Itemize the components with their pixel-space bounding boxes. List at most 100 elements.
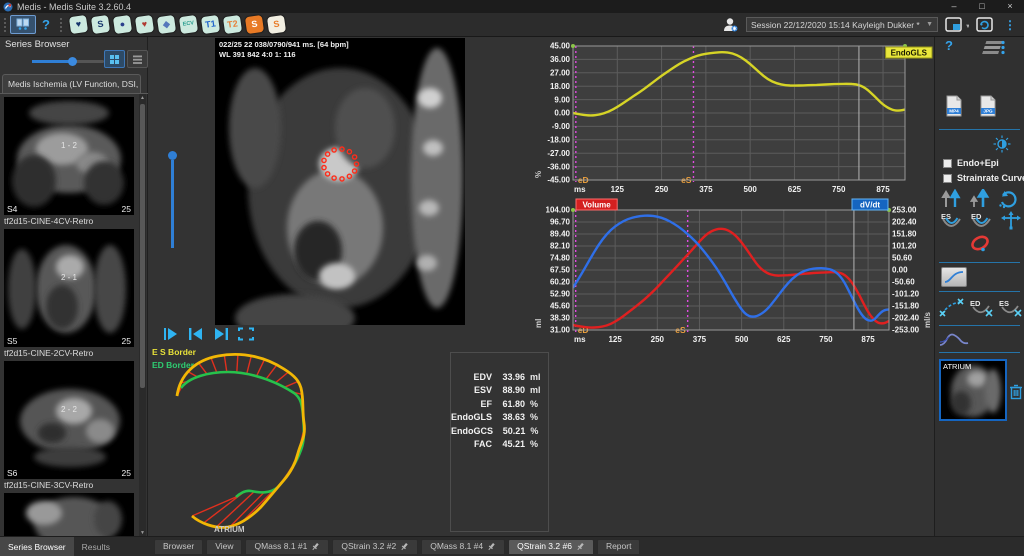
layers-icon[interactable]: [979, 39, 1007, 57]
svg-text:-202.40: -202.40: [892, 314, 920, 323]
svg-text:38.30: 38.30: [550, 314, 571, 323]
mri-viewport[interactable]: 022/25 22 038/0790/941 ms. [64 bpm] WL 3…: [215, 38, 465, 325]
scroll-up-icon[interactable]: ▲: [139, 95, 146, 101]
workspace-tab-qstrain-3-2-6[interactable]: QStrain 3.2 #6: [508, 539, 594, 555]
list-view-button[interactable]: [127, 50, 148, 68]
thumbnail-image[interactable]: [4, 493, 134, 536]
skip-to-start-icon[interactable]: [188, 327, 204, 341]
svg-text:-9.00: -9.00: [552, 122, 571, 131]
app-icon-t2[interactable]: T2: [223, 15, 242, 34]
layout-grid-icon: [16, 18, 30, 31]
pin-icon[interactable]: [311, 542, 320, 551]
workspace-tab-qmass-8-1-1[interactable]: QMass 8.1 #1: [245, 539, 329, 555]
app-icon-qstrain-doc[interactable]: S: [267, 15, 286, 34]
skip-to-end-icon[interactable]: [213, 327, 229, 341]
delete-ed-contour-icon[interactable]: ED: [969, 297, 995, 319]
play-icon[interactable]: [163, 327, 179, 341]
tab-label: QMass 8.1 #4: [430, 539, 483, 554]
series-thumbnail-S4[interactable]: 1 - 2S425tf2d15-CINE-4CV-Retro: [4, 97, 134, 228]
edit-points-icon[interactable]: [939, 297, 965, 319]
app-icon-qmass-heart[interactable]: ♥: [135, 15, 154, 34]
fit-view-icon[interactable]: [238, 327, 254, 341]
delete-series-trash-icon[interactable]: [1009, 383, 1023, 400]
maximize-button[interactable]: □: [968, 0, 996, 13]
transform-contour-icon[interactable]: [999, 211, 1023, 231]
slider-knob[interactable]: [68, 57, 77, 66]
app-icon-qangio[interactable]: ◆: [157, 15, 176, 34]
export-jpg-icon[interactable]: JPG: [979, 95, 997, 117]
sidebar-help-button[interactable]: ?: [945, 38, 953, 53]
delete-es-contour-icon[interactable]: ES: [998, 297, 1024, 319]
app-icon-t1[interactable]: T1: [201, 15, 220, 34]
strain-curve-icon[interactable]: [939, 331, 969, 349]
legend-badge-dvdt[interactable]: dV/dt: [852, 199, 888, 210]
app-icon-3d-view[interactable]: ●: [113, 15, 132, 34]
pin-icon[interactable]: [487, 542, 496, 551]
list-view-icon: [132, 54, 143, 65]
session-select[interactable]: Session 22/12/2020 15:14 Kayleigh Dukker…: [746, 17, 938, 32]
svg-text:625: 625: [777, 335, 791, 344]
app-icon-ecv[interactable]: ECV: [179, 15, 198, 34]
thumbnail-scrollbar[interactable]: ▲ ▼: [139, 94, 146, 536]
slice-slider-knob[interactable]: [168, 151, 177, 160]
layout-grid-button[interactable]: [10, 15, 36, 34]
workspace-tab-qmass-8-1-4[interactable]: QMass 8.1 #4: [421, 539, 505, 555]
endo-epi-label: Endo+Epi: [957, 158, 999, 168]
scrollbar-thumb[interactable]: [140, 104, 145, 388]
panel-tab-results[interactable]: Results: [74, 537, 118, 556]
strain-chart[interactable]: 45.0036.0027.0018.009.000.00-9.00-18.00-…: [533, 40, 933, 197]
thumbnail-image[interactable]: 1 - 2S425: [4, 97, 134, 215]
ed-contour-icon[interactable]: ED: [969, 211, 995, 231]
svg-text:74.80: 74.80: [550, 254, 571, 263]
strain-contour-view[interactable]: ATRIUM: [148, 344, 433, 536]
panel-tabs: Series BrowserResults: [0, 537, 150, 556]
grid-view-button[interactable]: [104, 50, 125, 68]
minimize-button[interactable]: –: [940, 0, 968, 13]
slice-slider-rail: [171, 160, 174, 248]
sigmoid-curve-icon: [944, 270, 964, 284]
workspace-tab-view[interactable]: View: [206, 539, 242, 555]
overflow-menu-button[interactable]: ⋮: [1001, 18, 1019, 32]
workspace-tab-browser[interactable]: Browser: [154, 539, 203, 555]
workspace-tab-report[interactable]: Report: [597, 539, 641, 555]
series-thumbnail-S6[interactable]: 2 - 2S625tf2d15-CINE-3CV-Retro: [4, 361, 134, 492]
thumbnail-image[interactable]: 2 - 2S625: [4, 361, 134, 479]
es-contour-icon[interactable]: ES: [939, 211, 965, 231]
pin-icon[interactable]: [576, 542, 585, 551]
study-tab[interactable]: Medis Ischemia (LV Function, DSI, T...: [2, 74, 141, 93]
volume-chart[interactable]: 104.0096.7089.4082.1074.8067.5060.2052.9…: [533, 197, 933, 347]
legend-badge-volume[interactable]: Volume: [576, 199, 617, 210]
copy-contour-icon[interactable]: [941, 189, 963, 209]
help-button[interactable]: ?: [36, 17, 56, 32]
measurement-unit: %: [530, 412, 544, 422]
endo-epi-checkbox[interactable]: [943, 159, 952, 168]
thumbnail-image[interactable]: 2 - 1S525: [4, 229, 134, 347]
thumbnail-size-slider[interactable]: [32, 60, 104, 63]
close-button[interactable]: ×: [996, 0, 1024, 13]
slice-slider[interactable]: [167, 151, 178, 251]
series-thumbnail-partial[interactable]: [4, 493, 134, 536]
pin-icon[interactable]: [400, 542, 409, 551]
atrium-series-thumbnail[interactable]: ATRIUM: [939, 359, 1007, 421]
workspace-tab-qstrain-3-2-2[interactable]: QStrain 3.2 #2: [332, 539, 418, 555]
svg-text:0.00: 0.00: [892, 266, 908, 275]
app-icon-qflow[interactable]: S: [91, 15, 110, 34]
panel-tab-series-browser[interactable]: Series Browser: [0, 537, 74, 556]
x-axis-ticks: 125250375500625750875: [608, 335, 875, 344]
svg-text:60.20: 60.20: [550, 278, 571, 287]
series-thumbnail-S5[interactable]: 2 - 1S525tf2d15-CINE-2CV-Retro: [4, 229, 134, 360]
ellipse-roi-icon[interactable]: [967, 233, 993, 255]
legend-badge-endogls[interactable]: EndoGLS: [886, 47, 932, 58]
app-icon-qmass[interactable]: ♥: [69, 15, 88, 34]
reset-layout-button[interactable]: [976, 17, 994, 33]
undo-contour-icon[interactable]: [997, 189, 1019, 209]
app-icon-qstrain[interactable]: S: [245, 15, 264, 34]
export-mp4-icon[interactable]: MP4: [945, 95, 963, 117]
thumbnail-art: [4, 493, 134, 536]
strainrate-checkbox[interactable]: [943, 174, 952, 183]
x-axis-ticks: 125250375500625750875: [611, 185, 891, 194]
brightness-contrast-icon[interactable]: [993, 135, 1011, 153]
curve-fit-button[interactable]: [941, 267, 967, 287]
propagate-contour-icon[interactable]: [969, 189, 991, 209]
screen-layout-button[interactable]: ▼: [945, 17, 969, 33]
